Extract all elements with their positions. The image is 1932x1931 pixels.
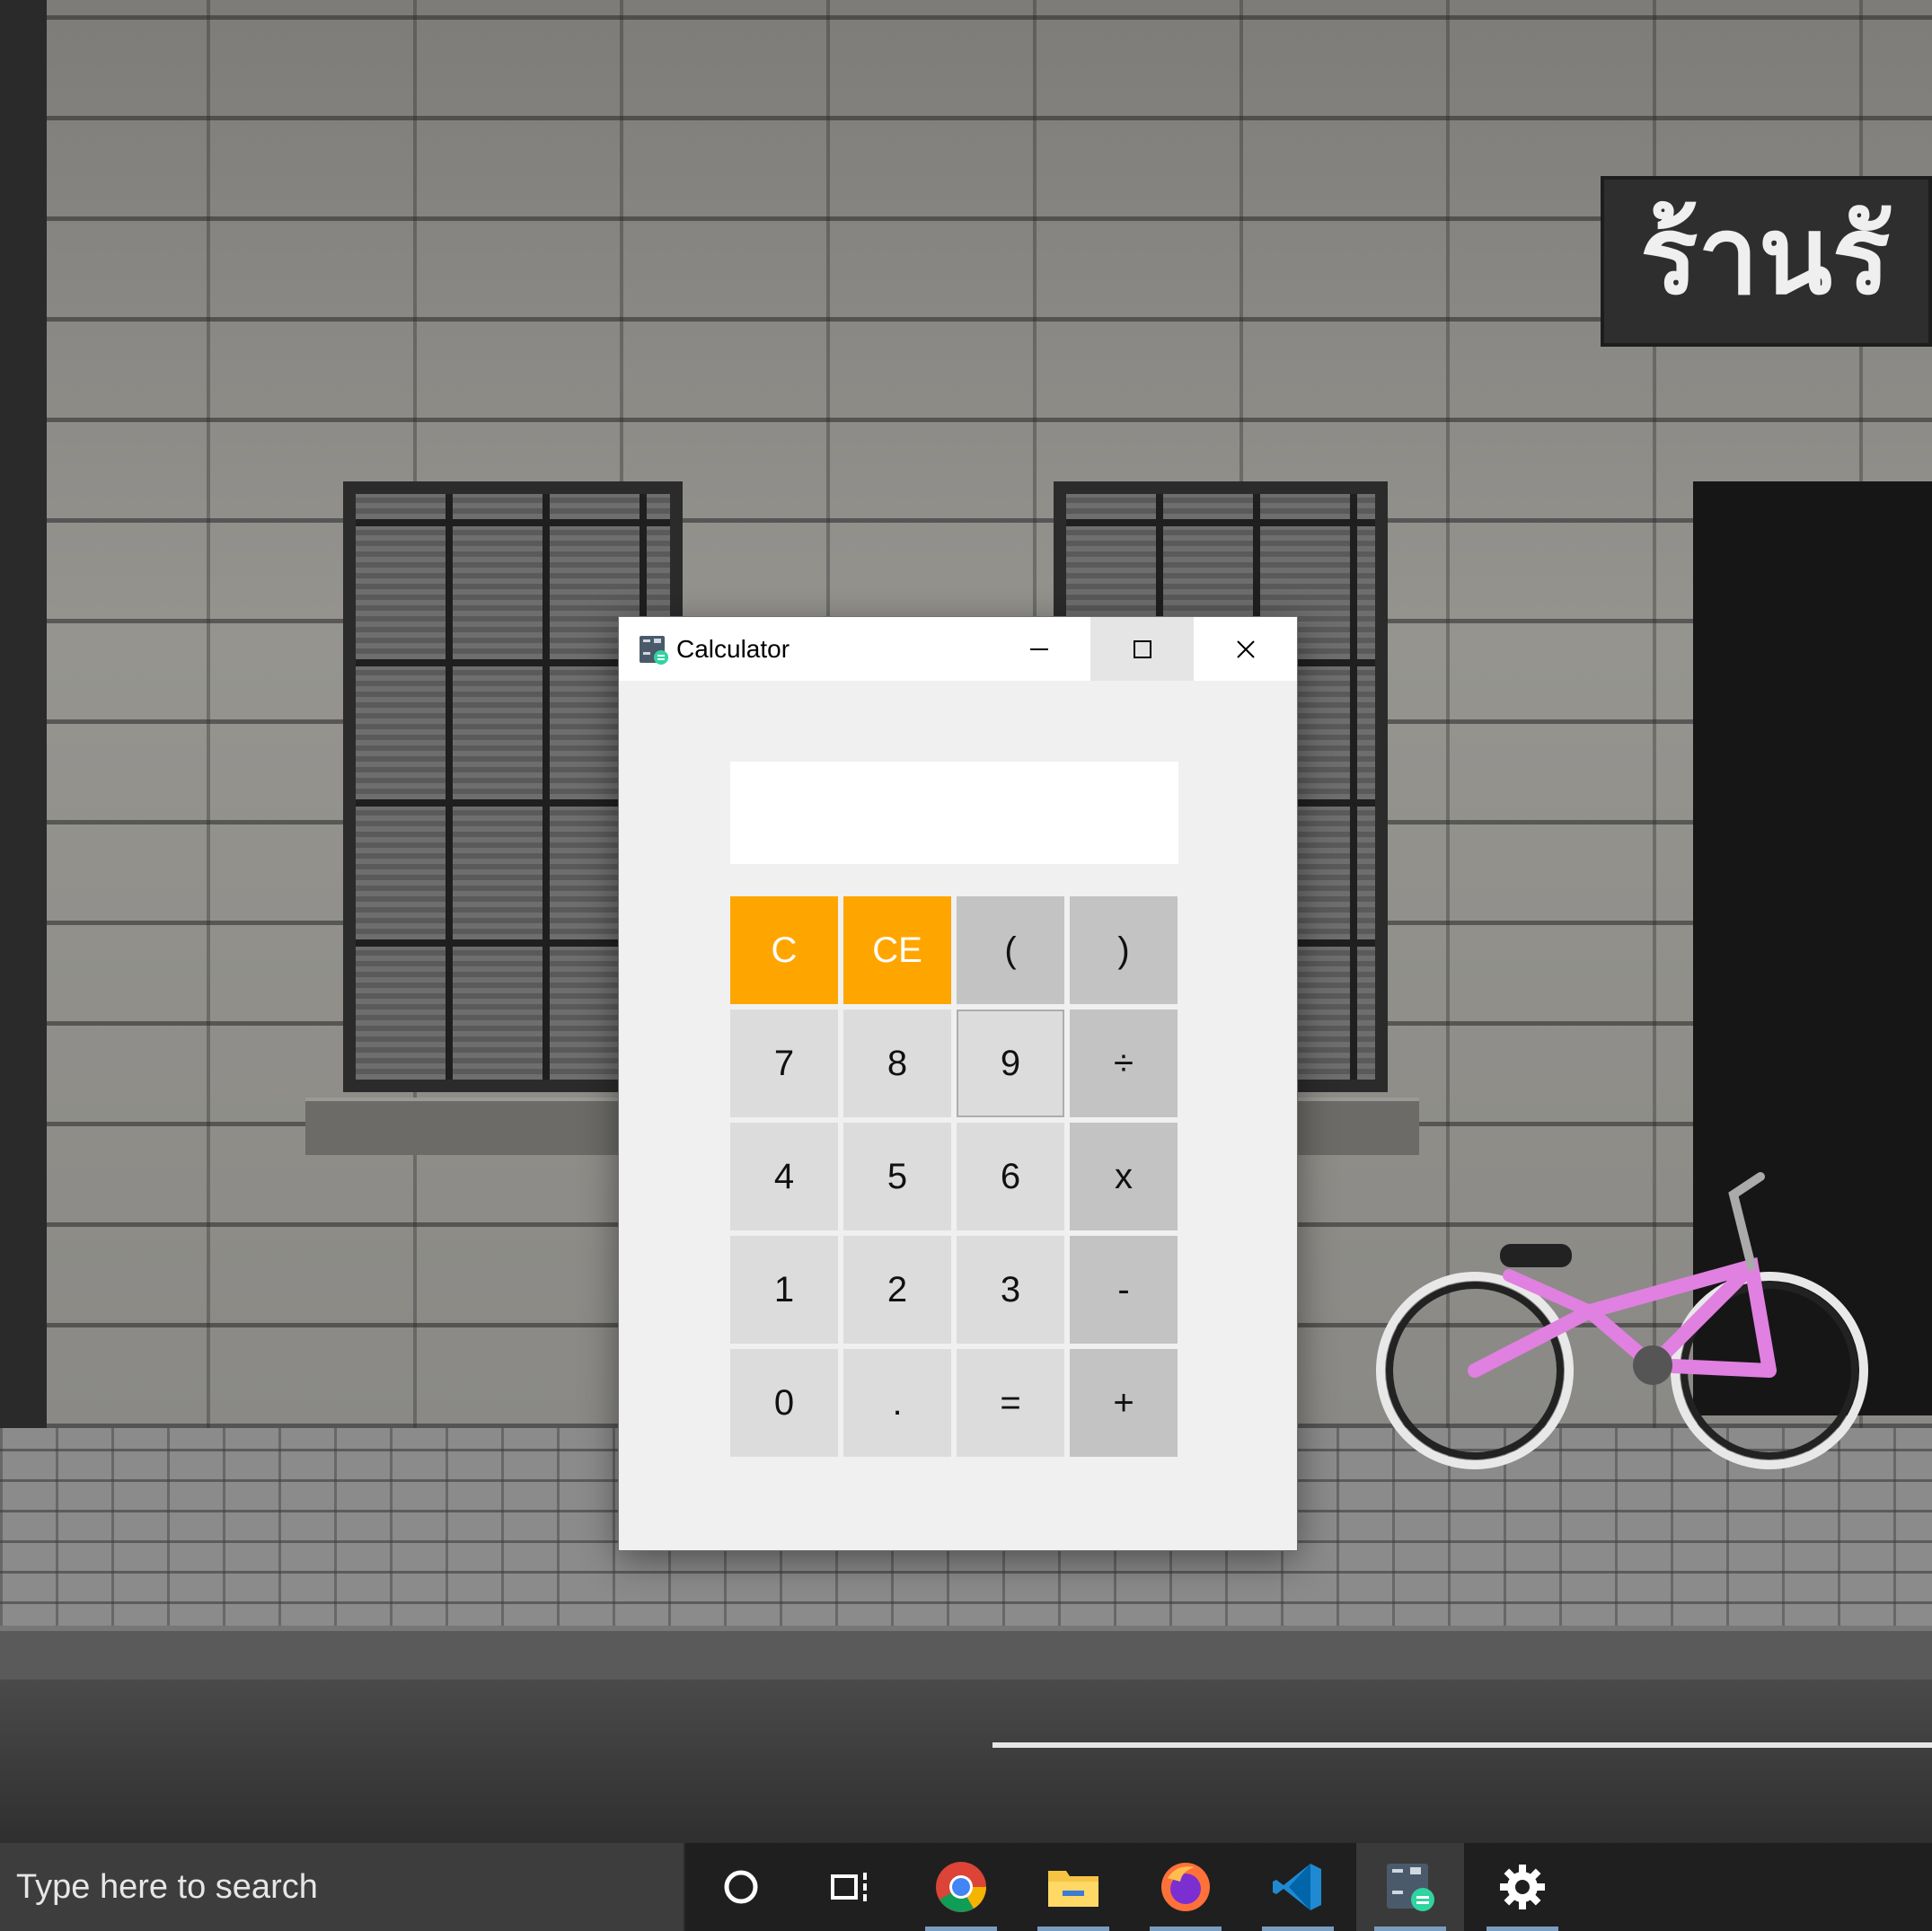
shop-sign: ร้านรั: [1601, 176, 1932, 347]
settings-button[interactable]: [1469, 1843, 1576, 1931]
digit-4-button[interactable]: 4: [730, 1123, 838, 1230]
road-line: [992, 1742, 1932, 1748]
running-indicator: [1037, 1927, 1109, 1931]
add-button[interactable]: +: [1070, 1349, 1178, 1457]
subtract-button[interactable]: -: [1070, 1236, 1178, 1344]
digit-0-button[interactable]: 0: [730, 1349, 838, 1457]
task-view-icon: [831, 1873, 867, 1901]
digit-6-button[interactable]: 6: [957, 1123, 1064, 1230]
cortana-icon: [724, 1870, 758, 1904]
minimize-icon: [1029, 648, 1048, 650]
divide-button[interactable]: ÷: [1070, 1010, 1178, 1117]
search-placeholder: Type here to search: [16, 1868, 318, 1906]
close-icon: [1236, 639, 1255, 658]
calculator-window: Calculator C CE ( ) 7 8 9 ÷ 4 5 6 x 1 2 …: [619, 617, 1297, 1550]
window-sill-middle: [1293, 1098, 1419, 1155]
running-indicator: [925, 1927, 997, 1931]
calculator-display[interactable]: [730, 762, 1178, 864]
equals-button[interactable]: =: [957, 1349, 1064, 1457]
firefox-icon: [1161, 1863, 1210, 1911]
calculator-icon: [1387, 1864, 1434, 1911]
taskbar: Type here to search: [0, 1843, 1932, 1931]
chrome-button[interactable]: [907, 1843, 1015, 1931]
digit-8-button[interactable]: 8: [843, 1010, 951, 1117]
running-indicator: [1262, 1927, 1334, 1931]
maximize-button[interactable]: [1090, 617, 1194, 681]
multiply-button[interactable]: x: [1070, 1123, 1178, 1230]
decimal-button[interactable]: .: [843, 1349, 951, 1457]
curb: [0, 1626, 1932, 1685]
vscode-icon: [1273, 1864, 1321, 1910]
open-paren-button[interactable]: (: [957, 896, 1064, 1004]
running-indicator: [1374, 1927, 1446, 1931]
clear-entry-button[interactable]: CE: [843, 896, 951, 1004]
chrome-icon: [936, 1862, 986, 1912]
running-indicator: [1486, 1927, 1558, 1931]
settings-icon: [1500, 1865, 1545, 1909]
digit-5-button[interactable]: 5: [843, 1123, 951, 1230]
clear-button[interactable]: C: [730, 896, 838, 1004]
wall-shadow: [0, 0, 47, 1428]
digit-1-button[interactable]: 1: [730, 1236, 838, 1344]
task-view-button[interactable]: [795, 1843, 903, 1931]
title-bar[interactable]: Calculator: [619, 617, 1297, 681]
digit-3-button[interactable]: 3: [957, 1236, 1064, 1344]
vscode-button[interactable]: [1244, 1843, 1352, 1931]
running-indicator: [1150, 1927, 1222, 1931]
pink-bicycle: [1376, 1172, 1868, 1469]
cortana-button[interactable]: [687, 1843, 795, 1931]
close-button[interactable]: [1194, 617, 1297, 681]
window-title: Calculator: [676, 635, 790, 663]
file-explorer-icon: [1048, 1871, 1098, 1907]
digit-7-button[interactable]: 7: [730, 1010, 838, 1117]
taskbar-search-box[interactable]: Type here to search: [0, 1843, 685, 1931]
maximize-icon: [1133, 639, 1151, 658]
digit-2-button[interactable]: 2: [843, 1236, 951, 1344]
keypad: C CE ( ) 7 8 9 ÷ 4 5 6 x 1 2 3 - 0 . = +: [730, 896, 1178, 1457]
firefox-button[interactable]: [1132, 1843, 1239, 1931]
road: [0, 1680, 1932, 1843]
calculator-app-icon: [640, 636, 668, 665]
calculator-taskbar-button[interactable]: [1356, 1843, 1464, 1931]
close-paren-button[interactable]: ): [1070, 896, 1178, 1004]
file-explorer-button[interactable]: [1019, 1843, 1127, 1931]
minimize-button[interactable]: [987, 617, 1090, 681]
digit-9-button[interactable]: 9: [957, 1010, 1064, 1117]
